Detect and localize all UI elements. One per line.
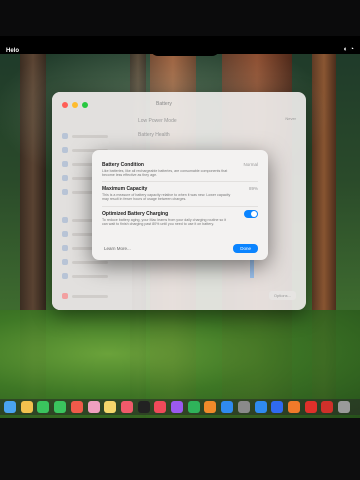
safari-icon[interactable] xyxy=(254,401,267,413)
clock-icon[interactable]: ◔ xyxy=(350,46,354,53)
battery-condition-title: Battery Condition xyxy=(102,162,144,168)
maximum-capacity-value: 89% xyxy=(248,186,258,191)
laptop-bezel xyxy=(0,418,360,480)
sidebar-item-label xyxy=(72,260,108,264)
podcasts-icon[interactable] xyxy=(171,401,183,413)
optimized-charging-description: To reduce battery aging, your Mac learns… xyxy=(102,218,227,227)
settings-title: Battery xyxy=(156,101,172,107)
sidebar-icon xyxy=(62,231,68,237)
sidebar-icon xyxy=(62,133,68,139)
news-icon[interactable] xyxy=(154,401,167,413)
sidebar-icon xyxy=(62,293,68,299)
learn-more-button[interactable]: Learn More... xyxy=(104,246,131,251)
divider xyxy=(102,181,258,182)
battery-condition-description: Like batteries, like all rechargeable ba… xyxy=(102,169,228,178)
sidebar-icon xyxy=(62,189,68,195)
sidebar-icon xyxy=(62,147,68,153)
calendar-icon[interactable] xyxy=(70,401,83,413)
minimize-window-button[interactable] xyxy=(72,102,78,108)
facetime-icon[interactable] xyxy=(54,401,67,413)
sidebar-item-label xyxy=(72,134,108,138)
notes-icon[interactable] xyxy=(104,401,117,413)
appletv-icon[interactable] xyxy=(137,401,150,413)
maximum-capacity-title: Maximum Capacity xyxy=(102,186,148,192)
sidebar-icon xyxy=(62,273,68,279)
settings-icon[interactable] xyxy=(237,401,250,413)
sidebar-item-label xyxy=(72,274,108,278)
options-button[interactable]: Options... xyxy=(268,291,296,300)
app-name[interactable]: Helo xyxy=(6,48,19,54)
toggle-knob xyxy=(251,211,257,217)
firefox-icon[interactable] xyxy=(287,401,300,413)
done-button[interactable]: Done xyxy=(233,244,258,253)
sidebar-item[interactable] xyxy=(62,292,122,300)
zoom-icon[interactable] xyxy=(271,401,284,413)
control-center-icon[interactable]: ◐ xyxy=(344,46,348,53)
sidebar-item[interactable] xyxy=(62,132,122,140)
numbers-icon[interactable] xyxy=(187,401,200,413)
sidebar-icon xyxy=(62,245,68,251)
acrobat-icon[interactable] xyxy=(321,401,334,413)
battery-health-label[interactable]: Battery Health xyxy=(138,132,170,138)
maximum-capacity-description: This is a measure of battery capacity re… xyxy=(102,193,231,202)
sidebar-icon xyxy=(62,161,68,167)
low-power-mode-select[interactable]: Never xyxy=(285,116,296,121)
close-window-button[interactable] xyxy=(62,102,68,108)
battery-health-dialog: Battery Condition Normal Like batteries,… xyxy=(92,150,268,260)
appstore-icon[interactable] xyxy=(221,401,234,413)
finder-icon[interactable] xyxy=(4,401,16,413)
trash-icon[interactable] xyxy=(338,401,350,413)
sidebar-item[interactable] xyxy=(62,272,122,280)
music-icon[interactable] xyxy=(120,401,133,413)
messages-icon[interactable] xyxy=(37,401,50,413)
opera-icon[interactable] xyxy=(304,401,317,413)
sidebar-icon xyxy=(62,259,68,265)
menu-status-icons[interactable]: ◐ ◔ xyxy=(344,46,354,53)
chrome-icon[interactable] xyxy=(20,401,33,413)
photos-icon[interactable] xyxy=(87,401,100,413)
pages-icon[interactable] xyxy=(204,401,217,413)
sidebar-icon xyxy=(62,217,68,223)
window-controls xyxy=(62,102,88,108)
divider xyxy=(102,206,258,207)
camera-notch xyxy=(150,36,220,56)
zoom-window-button[interactable] xyxy=(82,102,88,108)
sidebar-icon xyxy=(62,175,68,181)
low-power-mode-label: Low Power Mode xyxy=(138,118,177,124)
battery-condition-value: Normal xyxy=(243,162,258,167)
optimized-charging-toggle[interactable] xyxy=(244,210,258,218)
optimized-charging-title: Optimized Battery Charging xyxy=(102,211,169,217)
sidebar-item-label xyxy=(72,294,108,298)
